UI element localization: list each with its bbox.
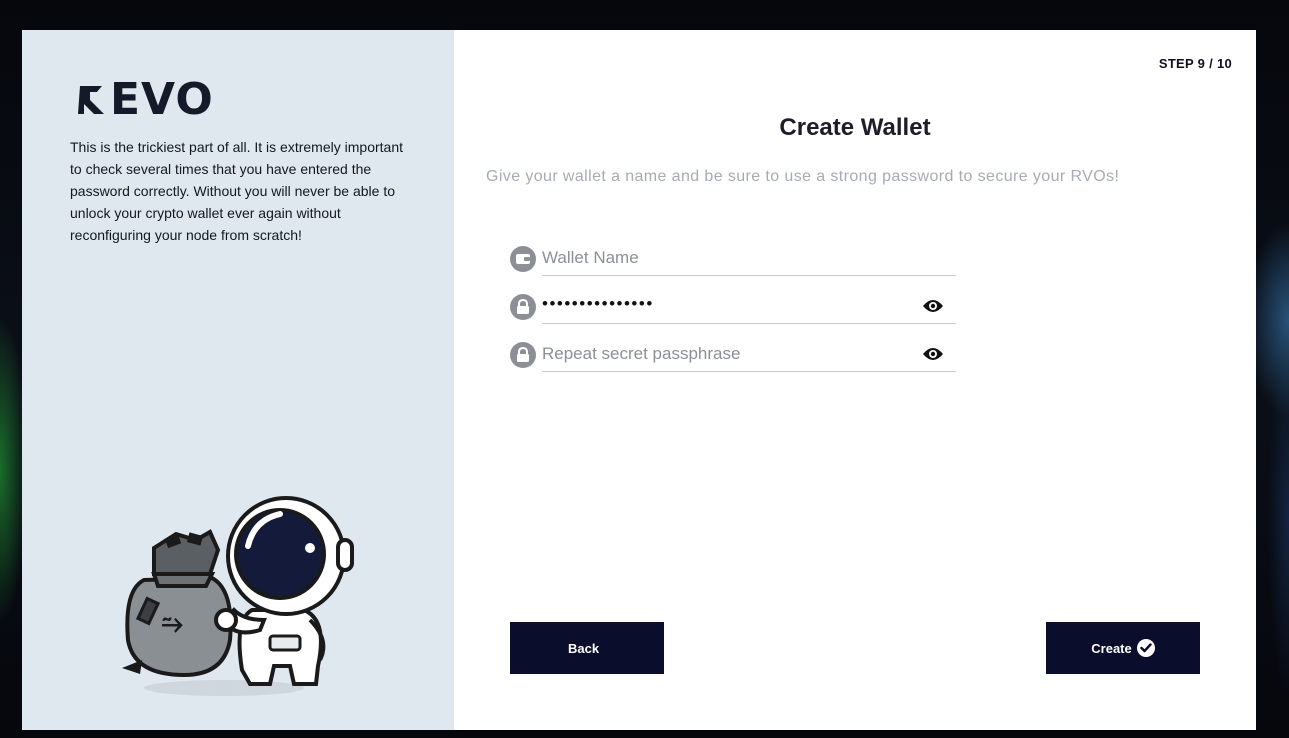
create-button[interactable]: Create bbox=[1046, 622, 1200, 674]
lock-icon bbox=[510, 342, 536, 368]
revo-mark-icon bbox=[78, 85, 104, 114]
revo-logo: EVO bbox=[74, 74, 214, 125]
eye-icon[interactable] bbox=[922, 346, 944, 366]
back-button[interactable]: Back bbox=[510, 622, 664, 674]
page-subtitle: Give your wallet a name and be sure to u… bbox=[486, 168, 1120, 185]
form-panel: STEP 9 / 10 Create Wallet Give your wall… bbox=[454, 30, 1256, 730]
field-underline bbox=[542, 323, 956, 324]
password-field[interactable]: ••••••••••••••• bbox=[510, 290, 956, 324]
sidebar-panel: EVO This is the trickiest part of all. I… bbox=[22, 30, 454, 730]
wizard-window: EVO This is the trickiest part of all. I… bbox=[22, 30, 1256, 730]
create-button-label: Create bbox=[1091, 640, 1132, 656]
svg-text:⥲: ⥲ bbox=[162, 609, 183, 639]
sidebar-description: This is the trickiest part of all. It is… bbox=[70, 139, 403, 243]
logo-text: EVO bbox=[110, 74, 214, 125]
wallet-icon bbox=[510, 246, 536, 272]
field-underline bbox=[542, 371, 956, 372]
wallet-name-field[interactable]: Wallet Name bbox=[510, 242, 956, 276]
wallet-name-placeholder[interactable]: Wallet Name bbox=[542, 248, 639, 268]
back-button-label: Back bbox=[568, 640, 600, 656]
repeat-password-placeholder[interactable]: Repeat secret passphrase bbox=[542, 344, 740, 364]
password-value[interactable]: ••••••••••••••• bbox=[542, 294, 654, 314]
repeat-password-field[interactable]: Repeat secret passphrase bbox=[510, 338, 956, 372]
lock-icon bbox=[510, 294, 536, 320]
eye-icon[interactable] bbox=[922, 298, 944, 318]
step-indicator: STEP 9 / 10 bbox=[1158, 56, 1232, 71]
field-underline bbox=[542, 275, 956, 276]
page-title: Create Wallet bbox=[779, 114, 931, 141]
check-circle-icon bbox=[1136, 639, 1155, 657]
astronaut-illustration: ⥲ bbox=[114, 470, 354, 704]
